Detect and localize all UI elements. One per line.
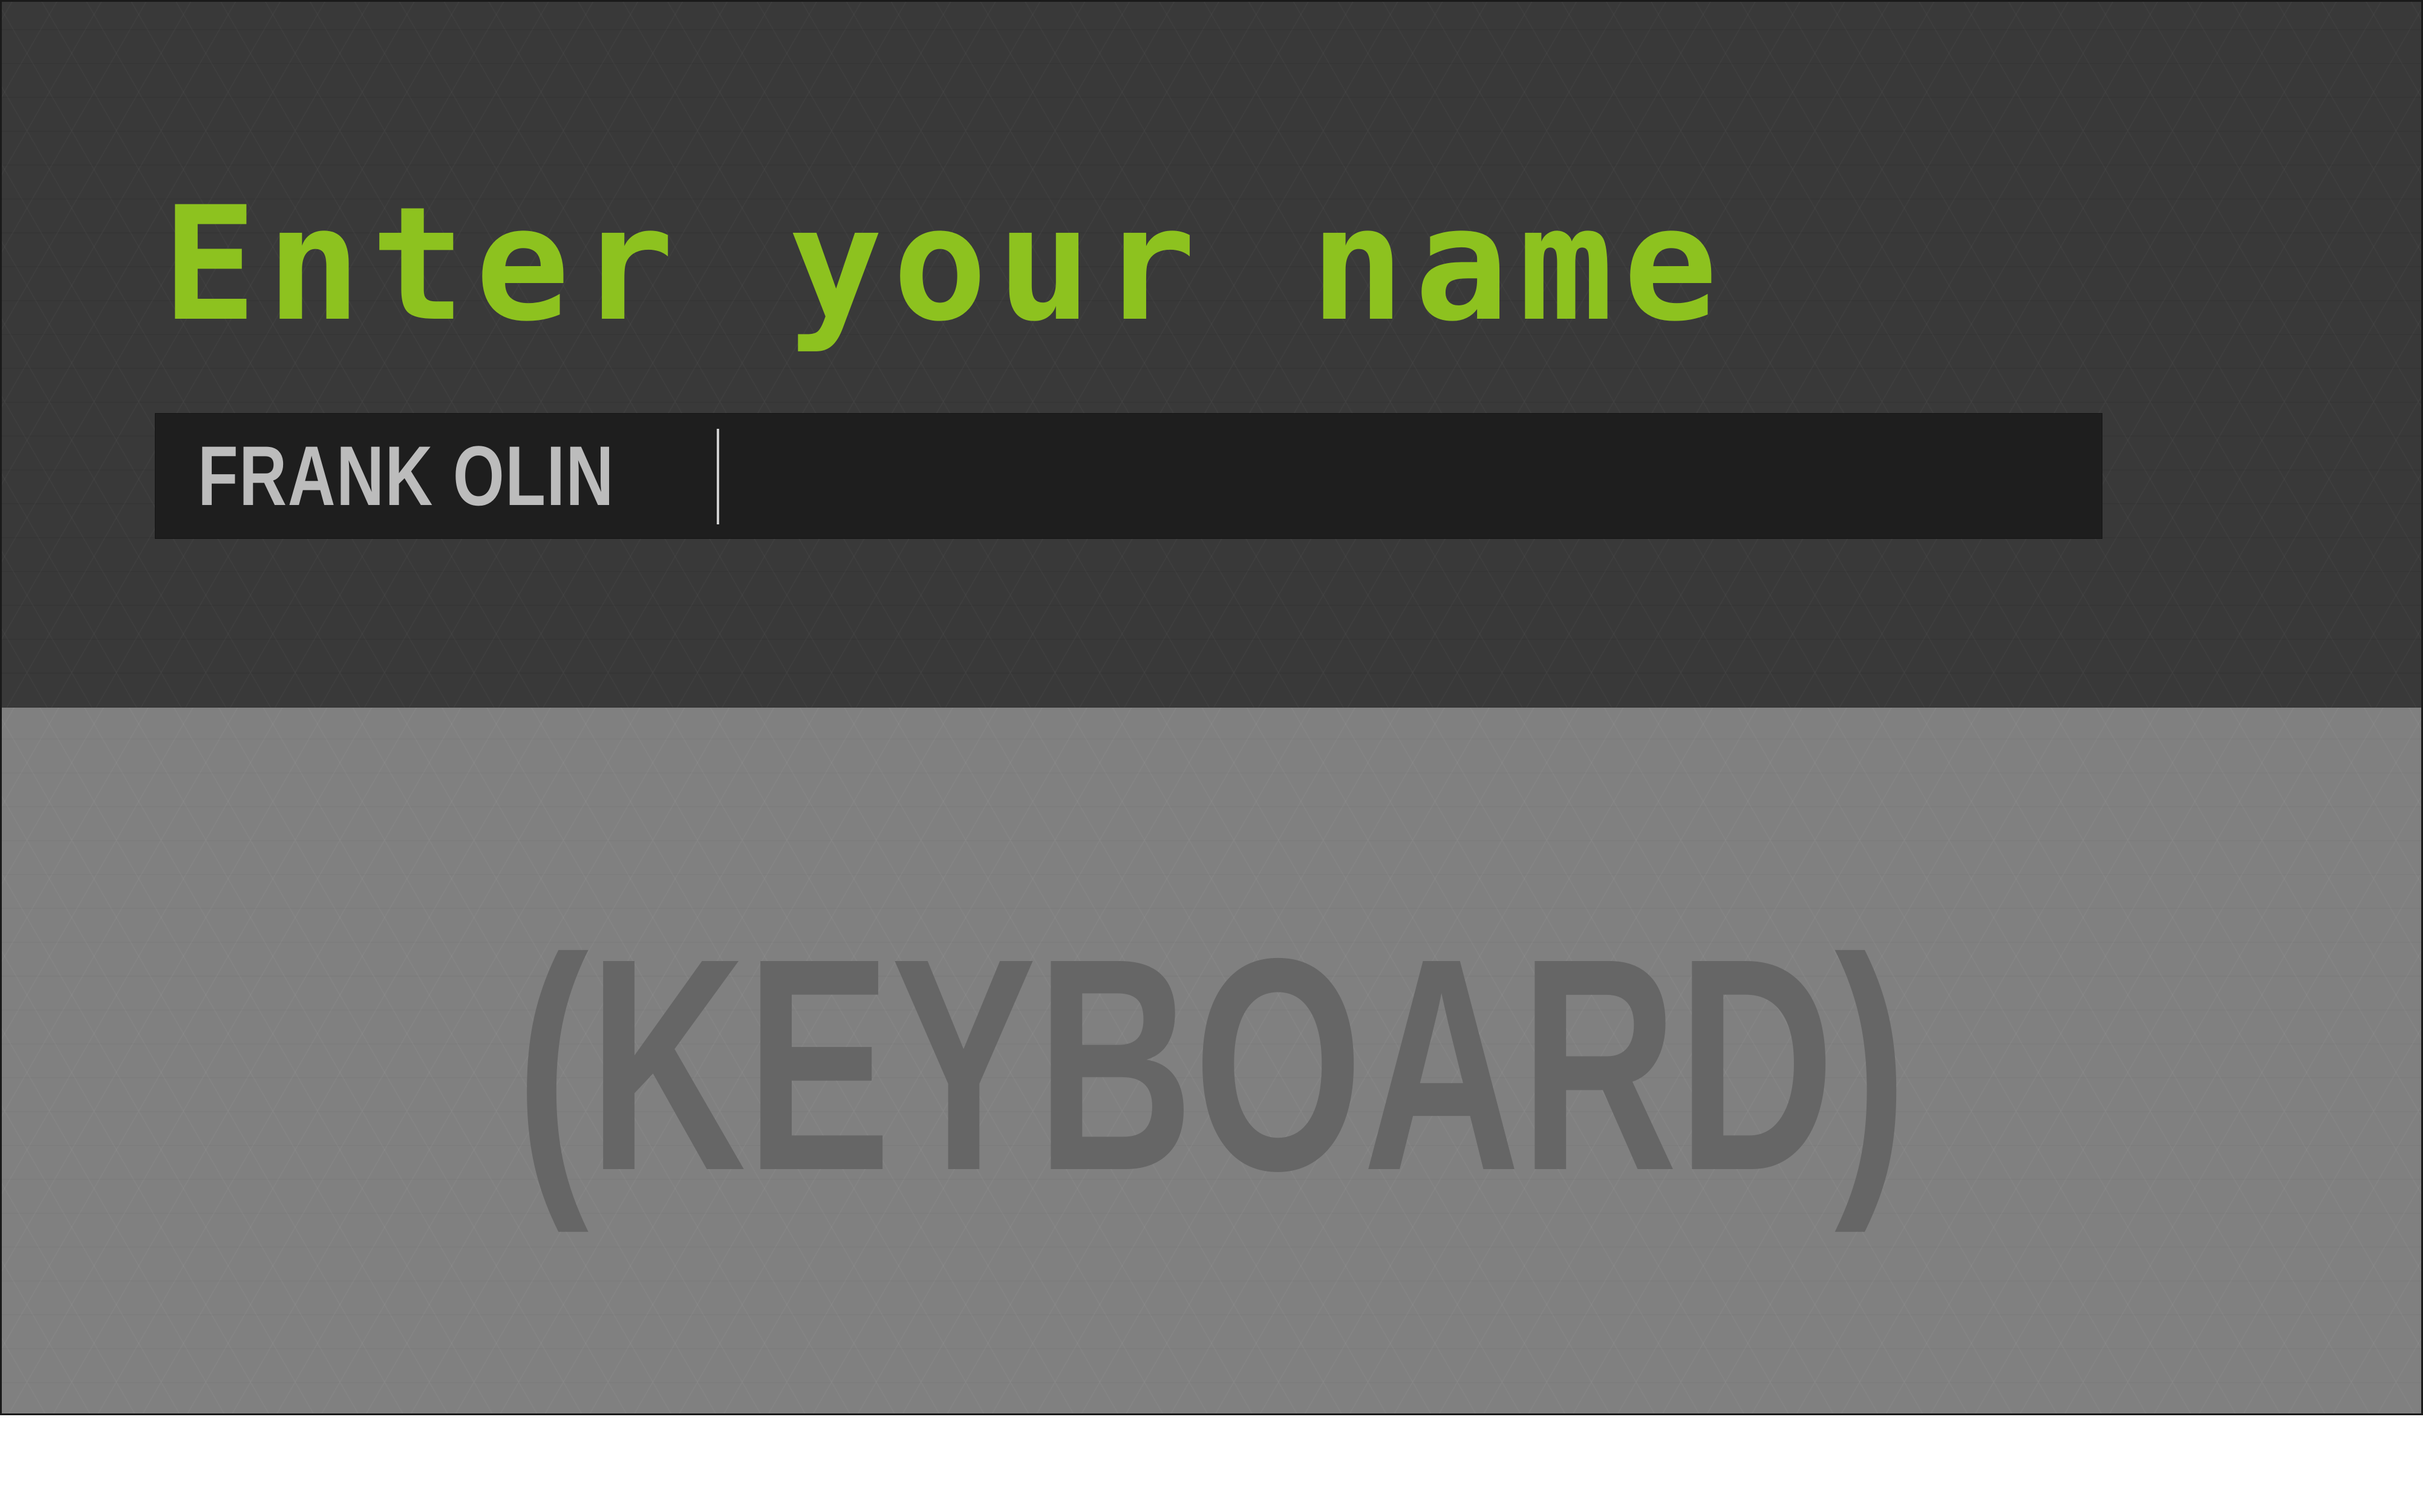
keyboard-placeholder-label: (KEYBOARD) bbox=[2, 913, 2421, 1216]
keyboard-area[interactable]: (KEYBOARD) bbox=[2, 708, 2421, 1413]
name-input[interactable]: FRANK OLIN bbox=[155, 413, 2102, 539]
page-title: Enter your name bbox=[162, 174, 1727, 356]
name-entry-panel: Enter your name FRANK OLIN bbox=[2, 2, 2421, 708]
text-caret bbox=[717, 429, 719, 524]
keyboard-placeholder-text: (KEYBOARD) bbox=[516, 895, 1907, 1233]
name-input-value: FRANK OLIN bbox=[198, 428, 615, 523]
name-entry-screen: Enter your name FRANK OLIN (KEYBOARD) bbox=[0, 0, 2423, 1415]
